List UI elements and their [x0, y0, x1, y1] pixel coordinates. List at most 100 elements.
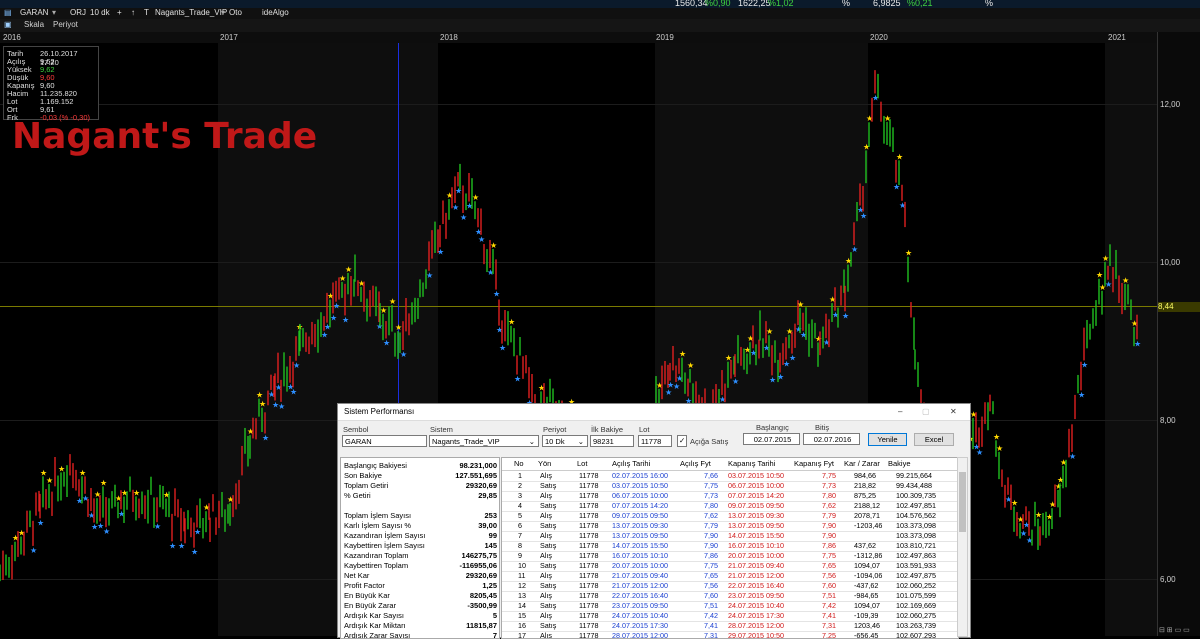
symbol-selector[interactable]: GARAN	[20, 8, 48, 17]
watermark-title: Nagant's Trade	[12, 116, 318, 157]
buy-signal-marker: ★	[1078, 390, 1085, 399]
buy-signal-marker: ★	[1081, 360, 1088, 369]
table-cell: 7,75	[704, 481, 718, 490]
table-cell: 07.07.2015 14:20	[728, 491, 784, 500]
stat-row: Kazandıran İşlem Sayısı 99	[344, 531, 497, 541]
column-header[interactable]: Yön	[538, 459, 551, 468]
add-icon[interactable]: +	[117, 8, 122, 17]
table-cell: 103.810,721	[896, 541, 936, 550]
column-header[interactable]: Kapanış Tarihi	[728, 459, 775, 468]
buy-signal-marker: ★	[37, 518, 44, 527]
orj-selector[interactable]: ORJ	[70, 8, 86, 17]
column-header[interactable]: Kar / Zarar	[844, 459, 880, 468]
price-axis: 12,00 10,00 8,00 6,00	[1157, 32, 1200, 636]
skala-button[interactable]: Skala	[24, 20, 44, 29]
trades-table[interactable]: No Yön Lot Açılış Tarihi Açılış Fyt Kapanış T…	[501, 457, 959, 639]
table-cell: 11778	[579, 621, 599, 630]
table-cell: 7,75	[822, 551, 836, 560]
column-header[interactable]: Lot	[577, 459, 587, 468]
zoom-controls[interactable]: ⊟ ⊞ ▭ ▭	[1159, 626, 1200, 636]
trades-table-header: No Yön Lot Açılış Tarihi Açılış Fyt Kapanış T…	[502, 458, 958, 471]
table-row[interactable]: 17 Alış 11778 28.07.2015 12:00 7,31 29.07.201…	[502, 631, 958, 638]
table-cell: 99.434,488	[896, 481, 932, 490]
trades-scrollbar[interactable]	[957, 457, 968, 637]
column-header[interactable]: Kapanış Fyt	[794, 459, 834, 468]
table-cell: 2	[518, 481, 522, 490]
buy-signal-marker: ★	[452, 203, 459, 212]
table-cell: 09.07.2015 09:50	[728, 501, 784, 510]
table-cell: 11778	[579, 561, 599, 570]
chevron-down-icon: ⌄	[528, 437, 535, 446]
lot-field[interactable]: 11778	[638, 435, 672, 447]
table-cell: 7,60	[822, 581, 836, 590]
table-cell: 11778	[579, 571, 599, 580]
table-cell: 06.07.2015 10:00	[612, 491, 668, 500]
table-cell: 103.263,739	[896, 621, 936, 630]
scroll-thumb[interactable]	[959, 472, 966, 532]
system-dropdown-icon[interactable]: ▾	[221, 8, 225, 17]
periyot-select[interactable]: 10 Dk ⌄	[542, 435, 588, 447]
sell-signal-marker: ★	[256, 391, 263, 400]
table-cell: 12	[518, 581, 526, 590]
stat-value: 29320,69	[465, 481, 497, 490]
table-cell: 14.07.2015 15:50	[728, 531, 784, 540]
stat-row: Son Bakiye 127.551,695	[344, 471, 497, 481]
sell-signal-marker: ★	[380, 306, 387, 315]
buy-signal-marker: ★	[30, 546, 37, 555]
table-cell: 7,42	[704, 611, 718, 620]
cursor-up-icon[interactable]: ↑	[131, 8, 135, 17]
ticker-change-2: %1,02	[768, 0, 794, 8]
table-cell: 11778	[579, 531, 599, 540]
table-cell: 11778	[579, 491, 599, 500]
yenile-button[interactable]: Yenile	[868, 433, 907, 446]
dropdown-icon[interactable]: ▾	[52, 8, 56, 17]
baslangic-date-field[interactable]: 02.07.2015	[743, 433, 800, 445]
bitis-date-field[interactable]: 02.07.2016	[803, 433, 860, 445]
column-header[interactable]: Bakiye	[888, 459, 911, 468]
table-cell: 11778	[579, 501, 599, 510]
table-cell: 2188,12	[854, 501, 880, 510]
buy-signal-marker: ★	[499, 344, 506, 353]
sistem-select[interactable]: Nagants_Trade_VIP ⌄	[429, 435, 539, 447]
table-cell: -984,65	[854, 591, 879, 600]
table-cell: 10	[518, 561, 526, 570]
stat-value: 99	[488, 531, 497, 540]
minimize-icon[interactable]: –	[898, 407, 902, 416]
bar-info-panel: Tarih 26.10.2017 17:20 Açılış 9,62 Yükse…	[3, 46, 99, 122]
buy-signal-marker: ★	[169, 541, 176, 550]
oto-button[interactable]: Oto	[229, 8, 242, 17]
stat-row: Ardışık Zarar Sayısı 7	[344, 631, 497, 638]
save-icon[interactable]: ▣	[4, 20, 12, 29]
table-cell: 100.309,735	[896, 491, 936, 500]
table-cell: 437,62	[854, 541, 876, 550]
maximize-icon[interactable]: ▢	[922, 407, 930, 416]
ilk-bakiye-field[interactable]: 98231	[590, 435, 634, 447]
stat-label: Toplam Getiri	[344, 481, 389, 490]
column-header[interactable]: Açılış Fyt	[680, 459, 711, 468]
table-cell: 8	[518, 541, 522, 550]
table-cell: 16.07.2015 10:10	[728, 541, 784, 550]
aciga-satis-checkbox[interactable]: ✓	[677, 435, 687, 447]
column-header[interactable]: Açılış Tarihi	[612, 459, 650, 468]
close-icon[interactable]: ✕	[950, 407, 957, 416]
buy-signal-marker: ★	[789, 354, 796, 363]
year-label: 2019	[656, 33, 674, 42]
sembol-field[interactable]: GARAN	[342, 435, 427, 447]
stat-label: Kazandıran İşlem Sayısı	[344, 531, 426, 540]
table-cell: 11778	[579, 611, 599, 620]
stat-value: 145	[484, 541, 497, 550]
table-cell: 7,51	[704, 601, 718, 610]
buy-signal-marker: ★	[514, 375, 521, 384]
table-cell: 102.060,275	[896, 611, 936, 620]
chart-type-icon[interactable]: ▤	[4, 8, 12, 17]
idealgo-button[interactable]: ideAlgo	[262, 8, 289, 17]
periyot-button[interactable]: Periyot	[53, 20, 78, 29]
sell-signal-marker: ★	[259, 400, 266, 409]
sell-signal-marker: ★	[472, 193, 479, 202]
column-header[interactable]: No	[514, 459, 524, 468]
period-selector[interactable]: 10 dk	[90, 8, 110, 17]
indicator-icon[interactable]: T	[144, 8, 149, 17]
system-selector[interactable]: Nagants_Trade_VIP	[155, 8, 227, 17]
table-cell: 3	[518, 491, 522, 500]
excel-button[interactable]: Excel	[914, 433, 954, 446]
